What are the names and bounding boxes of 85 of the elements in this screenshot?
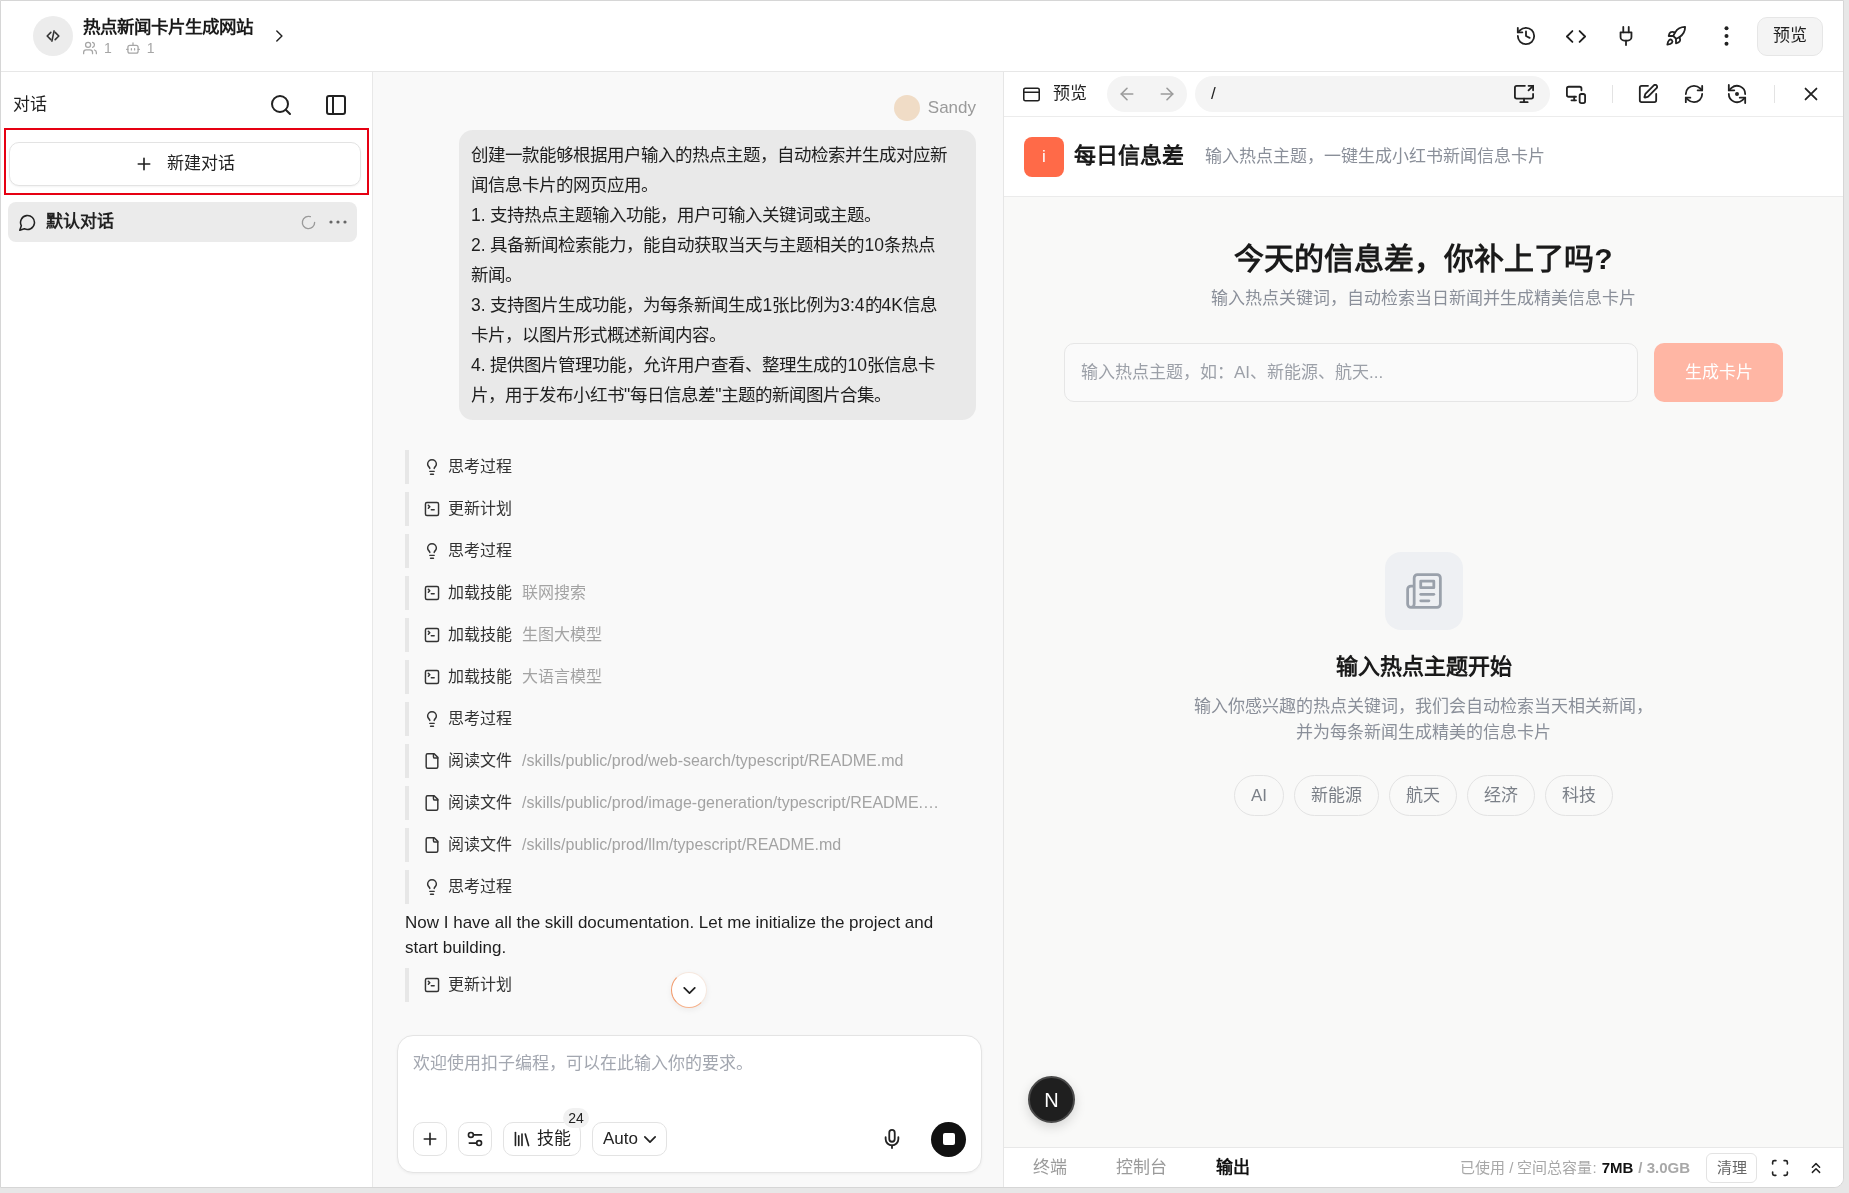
- search-icon[interactable]: [270, 94, 292, 116]
- refresh-icon[interactable]: [1684, 84, 1704, 104]
- chat-bubble-icon: [19, 213, 36, 231]
- plus-icon: [135, 155, 153, 173]
- dev-indicator-button[interactable]: N: [1028, 1076, 1075, 1123]
- message-composer[interactable]: 欢迎使用扣子编程，可以在此输入你的要求。 技能 24 Auto: [397, 1035, 982, 1173]
- file-icon: [424, 795, 440, 811]
- edit-icon[interactable]: [1638, 84, 1658, 104]
- hero-title: 今天的信息差，你补上了吗?: [1234, 241, 1613, 277]
- storage-total: / 3.0GB: [1638, 1158, 1690, 1178]
- new-chat-button[interactable]: 新建对话: [9, 142, 361, 186]
- sidebar-toggle-icon[interactable]: [325, 94, 347, 116]
- bot-count: 1: [146, 39, 155, 57]
- topic-input[interactable]: 输入热点主题，如：AI、新能源、航天...: [1064, 343, 1638, 402]
- file-icon: [424, 753, 440, 769]
- storage-label: 已使用 / 空间总容量:: [1459, 1158, 1597, 1178]
- devices-icon[interactable]: [1566, 84, 1586, 104]
- assistant-message: Now I have all the skill documentation. Let me initialize the project and start building.: [405, 912, 935, 959]
- step-item[interactable]: 思考过程: [405, 870, 518, 904]
- lightbulb-icon: [424, 879, 440, 895]
- step-item[interactable]: 思考过程: [405, 534, 518, 568]
- lightbulb-icon: [424, 711, 440, 727]
- skill-count: 24: [563, 1108, 589, 1128]
- model-dropdown[interactable]: Auto: [592, 1122, 667, 1156]
- preview-title: 预览: [1053, 83, 1087, 106]
- rocket-icon[interactable]: [1666, 26, 1686, 46]
- newspaper-icon: [1384, 552, 1463, 630]
- file-icon: [424, 837, 440, 853]
- step-item[interactable]: 更新计划: [405, 968, 518, 1002]
- step-item[interactable]: 加载技能 生图大模型: [405, 618, 608, 652]
- sliders-icon: [466, 1130, 484, 1148]
- empty-state-description: 输入你感兴趣的热点关键词，我们会自动检索当天相关新闻，并为每条新闻生成精美的信息卡片: [1193, 696, 1654, 744]
- step-item[interactable]: 阅读文件 /skills/public/prod/image-generation/typescript/README.…: [405, 786, 946, 820]
- step-item[interactable]: 更新计划: [405, 492, 518, 526]
- conversation-item[interactable]: 默认对话: [8, 202, 357, 242]
- attach-button[interactable]: [413, 1122, 447, 1156]
- users-icon: [83, 41, 97, 55]
- user-name: Sandy: [927, 97, 976, 120]
- terminal-icon: [424, 627, 440, 643]
- step-item[interactable]: 加载技能 大语言模型: [405, 660, 608, 694]
- terminal-icon: [424, 585, 440, 601]
- sidebar-title: 对话: [13, 94, 47, 117]
- robot-icon: [125, 41, 140, 55]
- books-icon: [513, 1130, 531, 1148]
- plus-icon: [421, 1130, 439, 1148]
- empty-state-title: 输入热点主题开始: [1335, 653, 1512, 681]
- step-item[interactable]: 思考过程: [405, 450, 518, 484]
- microphone-icon[interactable]: [882, 1129, 902, 1149]
- stop-button[interactable]: [931, 1121, 966, 1157]
- storage-used: 7MB: [1601, 1158, 1634, 1178]
- app-name: 每日信息差: [1074, 142, 1184, 171]
- chevron-down-icon: [644, 1135, 656, 1143]
- app-tagline: 输入热点主题，一键生成小红书新闻信息卡片: [1205, 145, 1545, 168]
- history-icon[interactable]: [1516, 26, 1536, 46]
- skills-button[interactable]: 技能: [503, 1122, 581, 1156]
- step-item[interactable]: 思考过程: [405, 702, 518, 736]
- code-icon: [33, 16, 73, 56]
- step-item[interactable]: 阅读文件 /skills/public/prod/web-search/typescript/README.md: [405, 744, 910, 778]
- preview-button[interactable]: 预览: [1757, 16, 1823, 56]
- lightbulb-icon: [424, 543, 440, 559]
- url-field[interactable]: /: [1211, 81, 1505, 107]
- step-item[interactable]: 阅读文件 /skills/public/prod/llm/typescript/README.md: [405, 828, 848, 862]
- fullscreen-icon[interactable]: [1771, 1158, 1789, 1177]
- more-icon[interactable]: [1723, 26, 1729, 46]
- stop-icon: [942, 1133, 955, 1145]
- chevron-down-icon: [682, 986, 696, 994]
- reset-icon[interactable]: [1727, 84, 1747, 104]
- hero-subtitle: 输入热点关键词，自动检索当日新闻并生成精美信息卡片: [1211, 288, 1636, 310]
- terminal-icon: [424, 977, 440, 993]
- app-logo: i: [1024, 136, 1064, 177]
- user-message: 创建一款能够根据用户输入的热点主题，自动检索并生成对应新闻信息卡片的网页应用。 1. 支持热点主题输入功能，用户可输入关键词或主题。 2. 具备新闻检索能力，能自动获取当天与主题相关的10条热点新闻。 3. 支持图片生成功能，为每条新闻生成1张比例为3:4的4K信息卡片，以图片形式概述新闻内容。 4. 提供图片管理功能，允许用户查看、整理生成的10张信息卡片，用于发布小红书"每日信息差"主题的新闻图片合集。: [459, 130, 976, 420]
- clear-button[interactable]: 清理: [1706, 1152, 1757, 1183]
- monitor-arrow-icon[interactable]: [1514, 84, 1534, 104]
- member-count: 1: [104, 39, 112, 57]
- project-title: 热点新闻卡片生成网站: [83, 16, 253, 39]
- terminal-icon: [424, 501, 440, 517]
- settings-button[interactable]: [458, 1122, 492, 1156]
- panel-tab[interactable]: 输出: [1216, 1155, 1250, 1180]
- step-item[interactable]: 加载技能 联网搜索: [405, 576, 592, 610]
- terminal-icon: [424, 669, 440, 685]
- browser-window-icon: [1023, 85, 1040, 103]
- lightbulb-icon: [424, 459, 440, 475]
- code-icon[interactable]: [1566, 29, 1586, 43]
- avatar: [893, 95, 920, 121]
- address-bar[interactable]: /: [1195, 76, 1550, 112]
